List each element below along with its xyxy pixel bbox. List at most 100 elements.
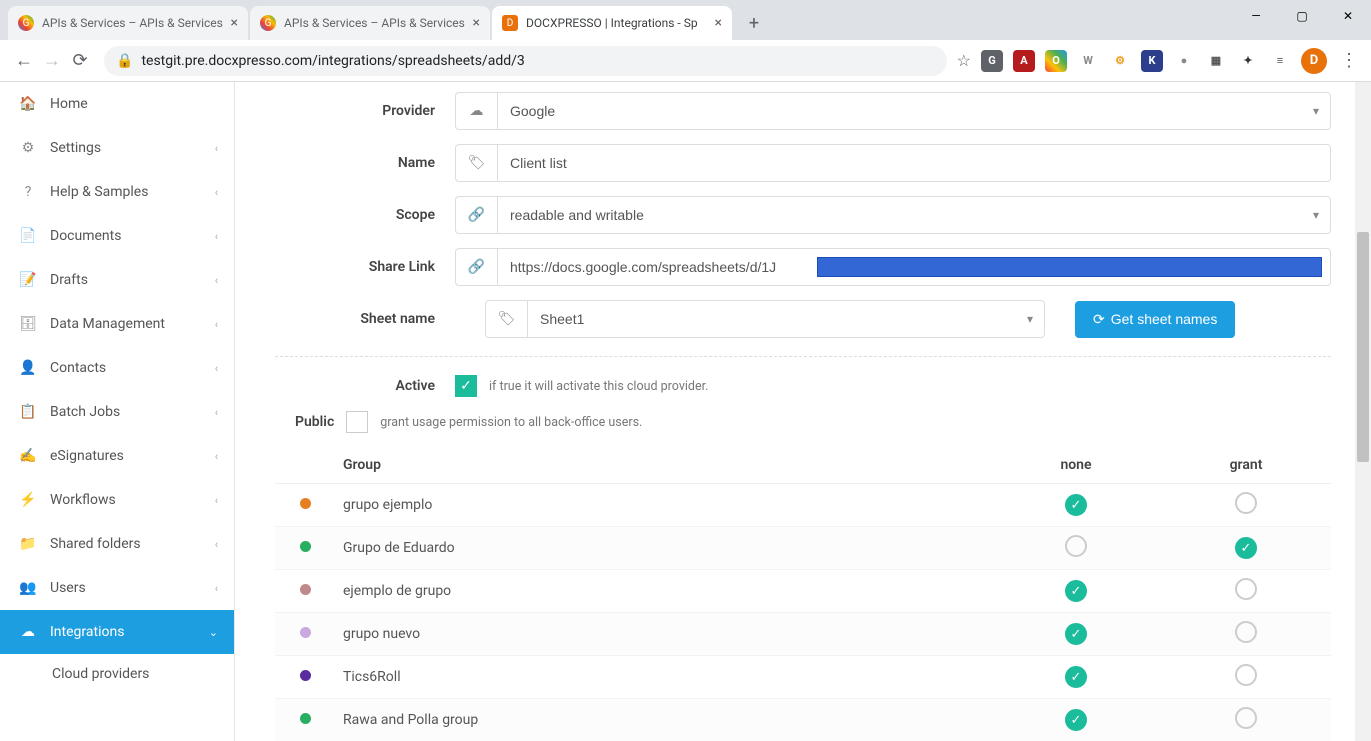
radio-grant[interactable] [1235, 537, 1257, 559]
extension-icon[interactable]: G [981, 50, 1003, 72]
sidebar-item-workflows[interactable]: ⚡Workflows‹ [0, 478, 234, 522]
sidebar-icon: ? [18, 184, 38, 200]
chevron-icon: ‹ [215, 186, 218, 199]
maximize-button[interactable]: ▢ [1279, 0, 1325, 32]
extension-icon[interactable]: O [1045, 50, 1067, 72]
extension-icon[interactable]: ≡ [1269, 50, 1291, 72]
extension-icon[interactable]: A [1013, 50, 1035, 72]
back-button[interactable]: ← [10, 47, 38, 75]
sidebar-subitem-cloud-providers[interactable]: Cloud providers [0, 654, 234, 694]
sidebar-item-drafts[interactable]: 📝Drafts‹ [0, 258, 234, 302]
profile-avatar[interactable]: D [1301, 48, 1327, 74]
chevron-icon: ‹ [215, 274, 218, 287]
sheetname-select[interactable]: Sheet1 [527, 300, 1045, 338]
group-name: Tics6Roll [335, 656, 991, 699]
sidebar-icon: ⚙ [18, 140, 38, 156]
close-icon[interactable]: × [715, 15, 722, 31]
app-container: 🏠 Home ⚙Settings‹?Help & Samples‹📄Document… [0, 82, 1371, 741]
sidebar-item-data-management[interactable]: 🗄 Data Management ‹ [0, 302, 234, 346]
browser-tab[interactable]: G APIs & Services – APIs & Services × [8, 6, 248, 40]
browser-tab[interactable]: G APIs & Services – APIs & Services × [250, 6, 490, 40]
radio-none[interactable] [1065, 494, 1087, 516]
sidebar-item-settings[interactable]: ⚙Settings‹ [0, 126, 234, 170]
chevron-icon: ‹ [215, 582, 218, 595]
refresh-icon: ⟳ [1093, 311, 1105, 328]
col-grant: grant [1161, 447, 1331, 484]
table-row: Tics6Roll [275, 656, 1331, 699]
radio-grant[interactable] [1235, 621, 1257, 643]
close-icon[interactable]: × [231, 15, 238, 31]
public-checkbox[interactable] [346, 411, 368, 433]
scope-select[interactable]: readable and writable [497, 196, 1331, 234]
extension-icon[interactable]: W [1077, 50, 1099, 72]
chevron-icon: ‹ [215, 406, 218, 419]
sidebar-icon: 🏠 [18, 96, 38, 112]
public-hint: grant usage permission to all back-offic… [380, 415, 642, 430]
radio-none[interactable] [1065, 580, 1087, 602]
sidebar-label: Shared folders [50, 536, 141, 552]
minimize-button[interactable]: — [1233, 0, 1279, 32]
sidebar-item-integrations[interactable]: ☁Integrations⌄ [0, 610, 234, 654]
forward-button[interactable]: → [38, 47, 66, 75]
extension-icon[interactable]: ▦ [1205, 50, 1227, 72]
new-tab-button[interactable]: + [740, 9, 768, 37]
name-input[interactable] [497, 144, 1331, 182]
sidebar-item-documents[interactable]: 📄Documents‹ [0, 214, 234, 258]
browser-menu-button[interactable]: ⋮ [1337, 50, 1361, 71]
divider [275, 356, 1331, 357]
sidebar-icon: 🗄 [18, 316, 38, 332]
sidebar-item-contacts[interactable]: 👤Contacts‹ [0, 346, 234, 390]
group-name: grupo nuevo [335, 613, 991, 656]
sidebar-label: Integrations [50, 624, 124, 640]
sidebar-icon: 👥 [18, 580, 38, 596]
tab-title: APIs & Services – APIs & Services [284, 16, 467, 30]
radio-grant[interactable] [1235, 492, 1257, 514]
radio-grant[interactable] [1235, 664, 1257, 686]
radio-grant[interactable] [1235, 578, 1257, 600]
sidebar-item-help-samples[interactable]: ?Help & Samples‹ [0, 170, 234, 214]
table-row: Grupo de Eduardo [275, 527, 1331, 570]
sidebar-item-batch-jobs[interactable]: 📋Batch Jobs‹ [0, 390, 234, 434]
public-label: Public [295, 414, 334, 430]
group-color-dot [300, 584, 311, 595]
extension-icon[interactable]: ● [1173, 50, 1195, 72]
sidebar-label: Data Management [50, 316, 165, 332]
chevron-icon: ‹ [215, 318, 218, 331]
favicon-google: G [260, 15, 276, 31]
browser-tab-active[interactable]: D DOCXPRESSO | Integrations - Sp × [492, 6, 732, 40]
sidebar-item-shared-folders[interactable]: 📁Shared folders‹ [0, 522, 234, 566]
active-checkbox[interactable]: ✓ [455, 375, 477, 397]
sidebar-item-esignatures[interactable]: ✍eSignatures‹ [0, 434, 234, 478]
scrollbar-thumb[interactable] [1357, 232, 1369, 462]
url-text: testgit.pre.docxpresso.com/integrations/… [141, 53, 524, 69]
get-sheet-names-button[interactable]: ⟳ Get sheet names [1075, 301, 1235, 338]
close-icon[interactable]: × [473, 15, 480, 31]
group-color-dot [300, 713, 311, 724]
lock-icon: 🔒 [116, 53, 133, 69]
sidebar-item-users[interactable]: 👥Users‹ [0, 566, 234, 610]
address-bar[interactable]: 🔒 testgit.pre.docxpresso.com/integration… [104, 46, 947, 76]
sidebar-item-home[interactable]: 🏠 Home [0, 82, 234, 126]
sidebar-label: Batch Jobs [50, 404, 120, 420]
extension-icon[interactable]: ⚙ [1109, 50, 1131, 72]
group-name: Grupo de Eduardo [335, 527, 991, 570]
radio-grant[interactable] [1235, 707, 1257, 729]
scrollbar-track[interactable] [1355, 82, 1371, 741]
sidebar-label: Home [50, 96, 88, 112]
reload-button[interactable]: ⟳ [66, 47, 94, 75]
extension-icon[interactable]: K [1141, 50, 1163, 72]
table-row: grupo nuevo [275, 613, 1331, 656]
radio-none[interactable] [1065, 666, 1087, 688]
tag-icon: 🏷 [455, 144, 497, 182]
provider-select[interactable]: Google [497, 92, 1331, 130]
table-row: Rawa and Polla group [275, 699, 1331, 741]
radio-none[interactable] [1065, 709, 1087, 731]
bookmark-star-icon[interactable]: ☆ [957, 51, 971, 70]
close-window-button[interactable]: ✕ [1325, 0, 1371, 32]
radio-none[interactable] [1065, 623, 1087, 645]
tab-title: DOCXPRESSO | Integrations - Sp [526, 16, 709, 30]
chevron-icon: ‹ [215, 142, 218, 155]
tag-icon: 🏷 [485, 300, 527, 338]
extension-icon[interactable]: ✦ [1237, 50, 1259, 72]
radio-none[interactable] [1065, 535, 1087, 557]
